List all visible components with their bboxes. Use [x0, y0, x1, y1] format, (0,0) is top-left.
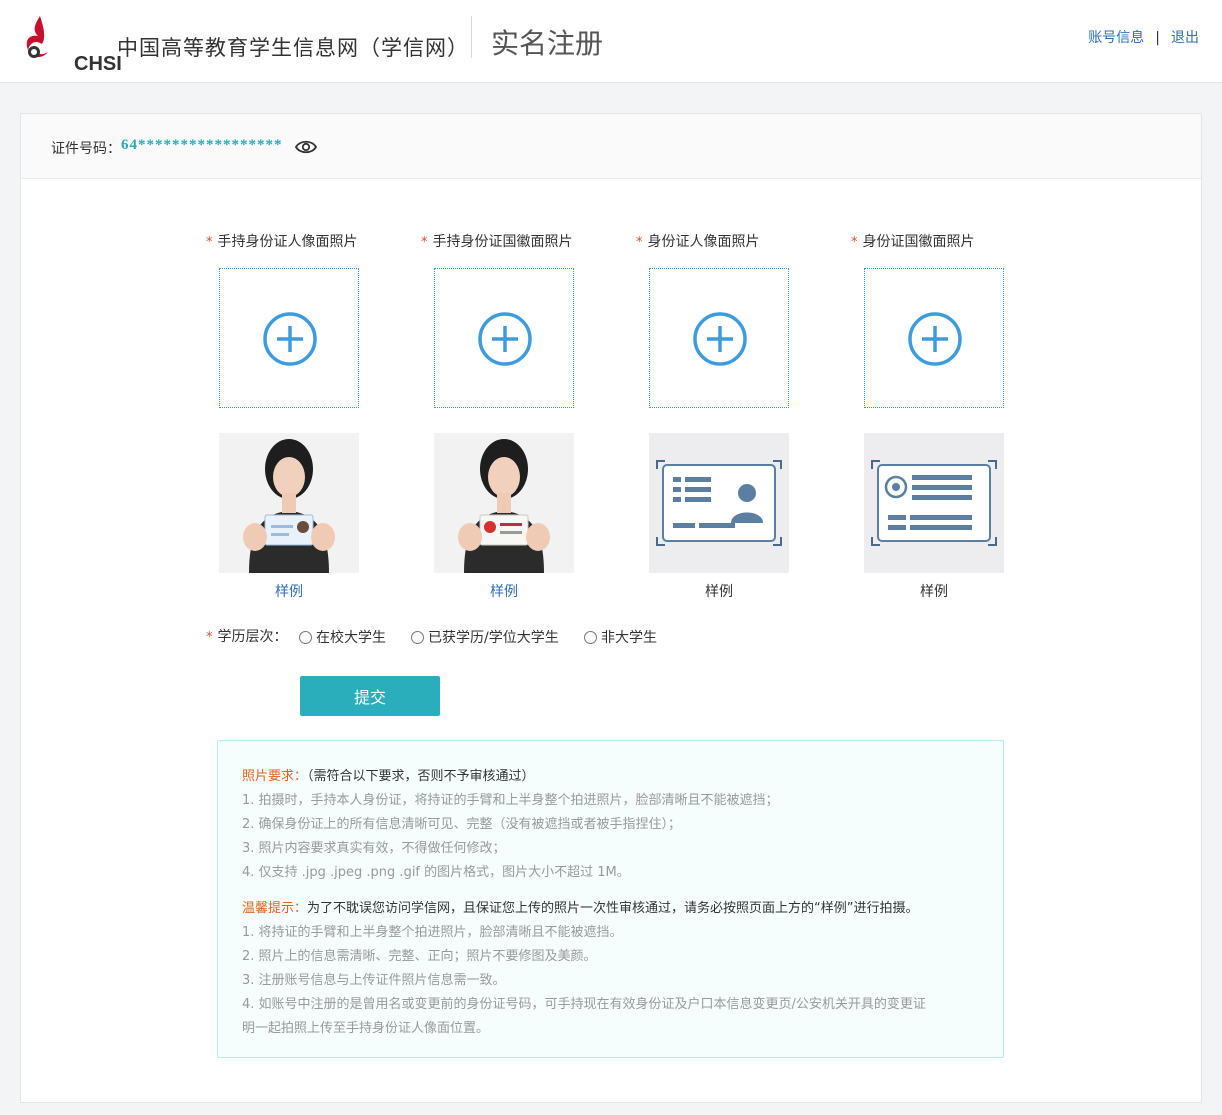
photo-req-item: 3. 照片内容要求真实有效，不得做任何修改；: [242, 841, 506, 856]
plus-circle-icon: [908, 312, 962, 366]
required-mark: *: [851, 235, 858, 250]
header-link-separator: |: [1155, 30, 1160, 46]
eye-icon[interactable]: [295, 138, 317, 156]
logout-link[interactable]: 退出: [1171, 30, 1199, 46]
header-divider: [471, 16, 472, 58]
chsi-logo[interactable]: CHSI: [20, 14, 122, 75]
upload-label-hand-portrait: * 手持身份证人像面照片: [206, 231, 358, 251]
id-number-label: 证件号码：: [51, 141, 121, 157]
sample-label-id-portrait: 样例: [705, 584, 733, 600]
upload-box-id-emblem[interactable]: [864, 268, 1004, 408]
tip-note: 为了不耽误您访问学信网，且保证您上传的照片一次性审核通过，请务必按照页面上方的“…: [307, 901, 919, 916]
upload-label-id-emblem: * 身份证国徽面照片: [851, 231, 975, 251]
tip-item: 1. 将持证的手臂和上半身整个拍进照片，脸部清晰且不能被遮挡。: [242, 925, 623, 940]
radio-current-student[interactable]: 在校大学生: [299, 627, 386, 647]
photo-req-item: 4. 仅支持 .jpg .jpeg .png .gif 的图片格式，图片大小不超…: [242, 865, 630, 880]
tip-item: 明一起拍照上传至手持身份证人像面位置。: [242, 1021, 490, 1036]
logo-text: CHSI: [74, 53, 122, 75]
sample-label-id-emblem: 样例: [920, 584, 948, 600]
sample-link-hand-portrait[interactable]: 样例: [219, 581, 359, 601]
sample-photo-hand-emblem[interactable]: [434, 433, 574, 573]
radio-label: 已获学历/学位大学生: [428, 630, 559, 646]
account-info-link[interactable]: 账号信息: [1088, 30, 1144, 46]
requirements-notice: 照片要求：（需符合以下要求，否则不予审核通过） 1. 拍摄时，手持本人身份证，将…: [217, 740, 1004, 1058]
upload-box-hand-portrait[interactable]: [219, 268, 359, 408]
upload-box-hand-emblem[interactable]: [434, 268, 574, 408]
tip-title: 温馨提示：: [242, 901, 308, 916]
header-links: 账号信息 | 退出: [1088, 27, 1199, 47]
submit-button[interactable]: 提交: [300, 676, 440, 716]
radio-circle-icon[interactable]: [299, 631, 312, 644]
plus-circle-icon: [693, 312, 747, 366]
education-level-label: * 学历层次：: [206, 626, 288, 646]
photo-req-title: 照片要求：: [242, 769, 308, 784]
photo-req-item: 2. 确保身份证上的所有信息清晰可见、完整（没有被遮挡或者被手指捏住）；: [242, 817, 682, 832]
education-level-text: 学历层次：: [217, 629, 288, 645]
photo-requirements-heading: 照片要求：（需符合以下要求，否则不予审核通过）: [242, 765, 535, 784]
radio-circle-icon[interactable]: [411, 631, 424, 644]
top-header: CHSI 中国高等教育学生信息网（学信网） 实名注册 账号信息 | 退出: [0, 0, 1222, 83]
required-mark: *: [636, 235, 643, 250]
plus-circle-icon: [263, 312, 317, 366]
required-mark: *: [206, 630, 213, 645]
upload-label-text: 身份证国徽面照片: [862, 234, 975, 250]
page-title: 实名注册: [491, 27, 604, 60]
upload-label-text: 手持身份证人像面照片: [217, 234, 358, 250]
sample-link-hand-emblem[interactable]: 样例: [434, 581, 574, 601]
sample-id-portrait-icon: [649, 433, 789, 573]
upload-label-text: 身份证人像面照片: [647, 234, 760, 250]
tip-item: 4. 如账号中注册的是曾用名或变更前的身份证号码，可手持现在有效身份证及户口本信…: [242, 997, 926, 1012]
upload-label-text: 手持身份证国徽面照片: [432, 234, 573, 250]
radio-label: 非大学生: [601, 630, 657, 646]
id-number-bar: 证件号码： 64*****************: [21, 114, 1201, 179]
id-number-value: 64*****************: [121, 137, 283, 153]
radio-label: 在校大学生: [316, 630, 386, 646]
radio-non-student[interactable]: 非大学生: [584, 627, 657, 647]
photo-req-item: 1. 拍摄时，手持本人身份证，将持证的手臂和上半身整个拍进照片，脸部清晰且不能被…: [242, 793, 779, 808]
tips-heading: 温馨提示：为了不耽误您访问学信网，且保证您上传的照片一次性审核通过，请务必按照页…: [242, 897, 919, 916]
tip-item: 3. 注册账号信息与上传证件照片信息需一致。: [242, 973, 506, 988]
required-mark: *: [421, 235, 428, 250]
sample-id-emblem-icon: [864, 433, 1004, 573]
upload-box-id-portrait[interactable]: [649, 268, 789, 408]
radio-circle-icon[interactable]: [584, 631, 597, 644]
required-mark: *: [206, 235, 213, 250]
photo-req-note: （需符合以下要求，否则不予审核通过）: [307, 769, 535, 784]
plus-circle-icon: [478, 312, 532, 366]
sample-photo-hand-portrait[interactable]: [219, 433, 359, 573]
upload-label-hand-emblem: * 手持身份证国徽面照片: [421, 231, 573, 251]
tip-item: 2. 照片上的信息需清晰、完整、正向；照片不要修图及美颜。: [242, 949, 597, 964]
site-name: 中国高等教育学生信息网（学信网）: [117, 36, 469, 60]
upload-label-id-portrait: * 身份证人像面照片: [636, 231, 760, 251]
radio-graduated-student[interactable]: 已获学历/学位大学生: [411, 627, 559, 647]
